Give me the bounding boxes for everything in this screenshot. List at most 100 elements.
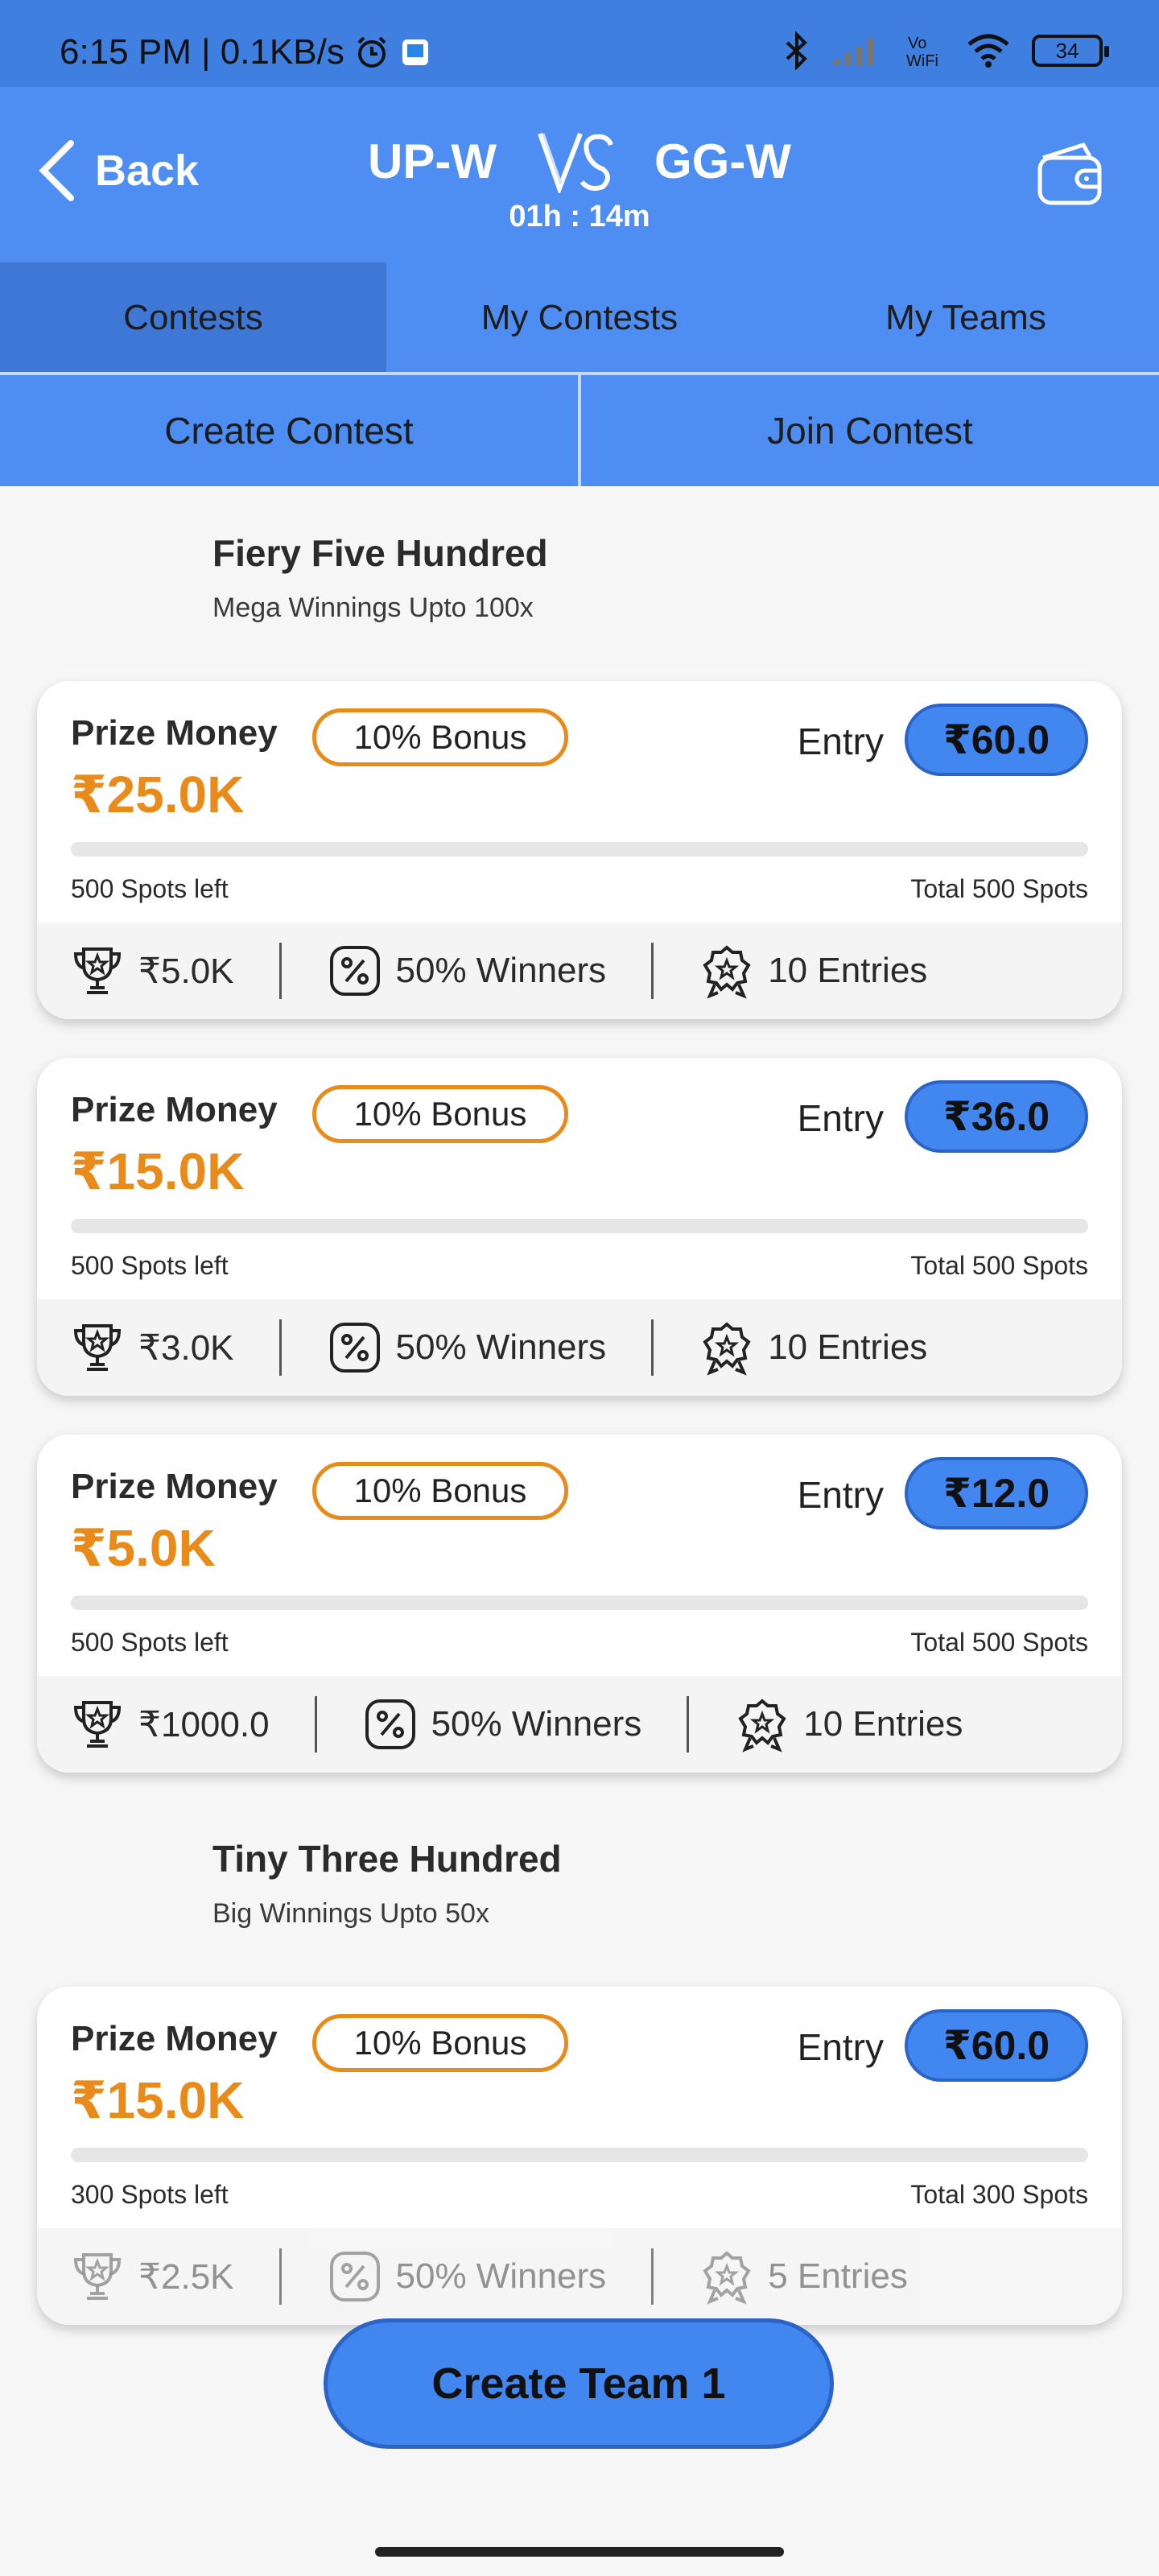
create-team-button[interactable]: Create Team 1 [324, 2318, 834, 2449]
entries-value: 10 Entries [768, 1327, 928, 1367]
prize-amount: ₹15.0K [71, 2071, 245, 2129]
medal-icon [703, 945, 751, 999]
status-time: 6:15 PM | 0.1KB/s [60, 32, 344, 72]
tab-my-contests[interactable]: My Contests [386, 262, 773, 374]
spots-left: 500 Spots left [71, 1251, 229, 1280]
bonus-badge: 10% Bonus [312, 2014, 568, 2072]
contest-card[interactable]: Prize Money 10% Bonus ₹5.0K Entry ₹12.0 … [37, 1435, 1122, 1773]
winners-value: 50% Winners [395, 2256, 607, 2296]
medal-icon [703, 1322, 751, 1376]
status-right: Vo WiFi 34 [782, 31, 1109, 71]
entries-stat: 10 Entries [734, 1696, 963, 1752]
stat-divider [651, 1319, 654, 1376]
trophy-icon [73, 1701, 122, 1748]
battery-level: 34 [1055, 38, 1079, 63]
prize-money-label: Prize Money [71, 1467, 278, 1506]
total-spots: Total 500 Spots [910, 1251, 1088, 1280]
bonus-badge: 10% Bonus [312, 708, 568, 766]
stat-divider [278, 1319, 282, 1376]
match-timer: 01h : 14m [509, 200, 650, 233]
first-prize-value: ₹5.0K [138, 951, 234, 991]
trophy-icon [73, 947, 122, 994]
percent-icon [329, 946, 380, 996]
signal-icon [834, 38, 874, 65]
stat-divider [651, 2248, 654, 2305]
svg-text:WiFi: WiFi [906, 52, 938, 70]
prize-amount: ₹15.0K [71, 1142, 245, 1200]
first-prize-value: ₹3.0K [138, 1327, 234, 1368]
contest-stats: ₹2.5K 50% Winners 5 Entries [37, 2228, 1122, 2325]
wallet-icon[interactable] [1035, 142, 1109, 208]
trophy-icon [73, 1324, 122, 1371]
entry-label: Entry [797, 1474, 884, 1516]
entry-fee-button[interactable]: ₹60.0 [905, 2009, 1088, 2082]
team-away: GG-W [654, 134, 791, 188]
first-prize-stat: ₹5.0K [69, 943, 234, 999]
winners-value: 50% Winners [431, 1704, 642, 1744]
stat-divider [687, 1696, 690, 1752]
stat-divider [278, 943, 282, 999]
team-home: UP-W [368, 134, 497, 188]
wifi-icon [967, 34, 1009, 68]
prize-amount: ₹5.0K [71, 1519, 216, 1577]
alarm-icon [357, 36, 386, 68]
trophy-icon [73, 2253, 122, 2300]
first-prize-stat: ₹1000.0 [69, 1696, 270, 1752]
prize-amount: ₹25.0K [71, 766, 245, 824]
percent-icon [329, 1323, 380, 1373]
join-contest-button[interactable]: Join Contest [578, 375, 1159, 486]
section-subtitle: Big Winnings Upto 50x [212, 1898, 489, 1929]
spots-left: 500 Spots left [71, 874, 229, 903]
entries-value: 5 Entries [768, 2256, 908, 2296]
app-notification-icon [402, 39, 428, 65]
spots-left: 300 Spots left [71, 2180, 229, 2209]
create-contest-button[interactable]: Create Contest [0, 375, 578, 486]
contest-card[interactable]: Prize Money 10% Bonus ₹15.0K Entry ₹36.0… [37, 1058, 1122, 1396]
spots-left: 500 Spots left [71, 1628, 229, 1657]
spots-progress-bar [71, 2148, 1088, 2162]
winners-stat: 50% Winners [362, 1696, 642, 1752]
section-title: Tiny Three Hundred [212, 1838, 562, 1880]
total-spots: Total 500 Spots [910, 874, 1088, 903]
battery-icon: 34 [1032, 35, 1109, 67]
spots-progress-bar [71, 1596, 1088, 1610]
spots-progress-bar [71, 842, 1088, 857]
entry-label: Entry [797, 2026, 884, 2068]
contest-stats: ₹1000.0 50% Winners 10 Entries [37, 1676, 1122, 1773]
contest-card[interactable]: Prize Money 10% Bonus ₹15.0K Entry ₹60.0… [37, 1987, 1122, 2325]
bonus-badge: 10% Bonus [312, 1085, 568, 1143]
winners-stat: 50% Winners [327, 943, 607, 999]
winners-value: 50% Winners [395, 951, 607, 990]
bonus-badge: 10% Bonus [312, 1462, 568, 1520]
contest-stats: ₹3.0K 50% Winners 10 Entries [37, 1299, 1122, 1396]
winners-stat: 50% Winners [327, 1319, 607, 1376]
home-indicator [375, 2547, 784, 2557]
medal-icon [738, 1699, 786, 1752]
contest-card[interactable]: Prize Money 10% Bonus ₹25.0K Entry ₹60.0… [37, 681, 1122, 1019]
entries-value: 10 Entries [803, 1704, 963, 1744]
stat-divider [278, 2248, 282, 2305]
stat-divider [314, 1696, 317, 1752]
entry-fee-button[interactable]: ₹12.0 [905, 1457, 1088, 1530]
prize-money-label: Prize Money [71, 2019, 278, 2058]
versus-icon [538, 132, 613, 193]
winners-value: 50% Winners [395, 1327, 607, 1367]
medal-icon [703, 2251, 751, 2305]
spots-progress-bar [71, 1219, 1088, 1233]
prize-money-label: Prize Money [71, 1090, 278, 1129]
percent-icon [365, 1699, 415, 1749]
entry-label: Entry [797, 1097, 884, 1139]
first-prize-value: ₹1000.0 [138, 1704, 270, 1744]
entry-label: Entry [797, 720, 884, 762]
contest-tabs: Contests My Contests My Teams [0, 262, 1159, 374]
entry-fee-button[interactable]: ₹60.0 [905, 704, 1088, 776]
match-header: Back UP-W GG-W 01h : 14m [0, 87, 1159, 262]
match-teams: UP-W GG-W [0, 129, 1159, 193]
tab-contests[interactable]: Contests [0, 262, 386, 374]
winners-stat: 50% Winners [327, 2248, 607, 2305]
tab-my-teams[interactable]: My Teams [773, 262, 1159, 374]
entries-stat: 10 Entries [699, 943, 927, 999]
prize-money-label: Prize Money [71, 713, 278, 753]
contest-actions: Create Contest Join Contest [0, 375, 1159, 486]
entry-fee-button[interactable]: ₹36.0 [905, 1080, 1088, 1153]
